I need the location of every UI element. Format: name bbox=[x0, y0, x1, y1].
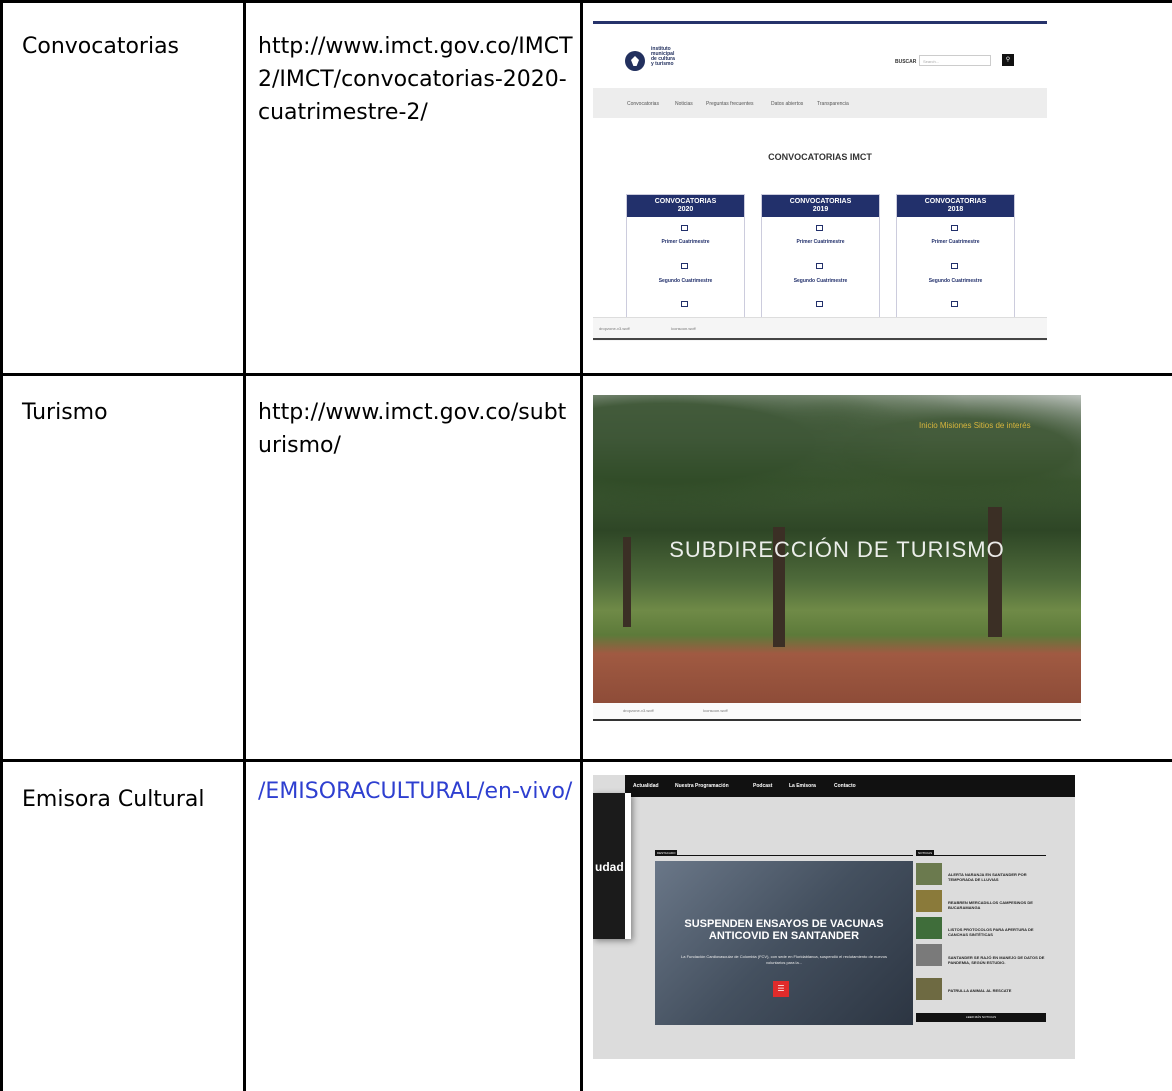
card-header: CONVOCATORIAS 2019 bbox=[762, 195, 879, 217]
search-input: Search... bbox=[919, 55, 991, 66]
nav-item-convocatorias: Convocatorias bbox=[627, 101, 659, 107]
logo-line: y turismo bbox=[651, 61, 674, 67]
nav-item-actualidad: Actualidad bbox=[633, 783, 659, 789]
card-item: Segundo Cuatrimestre bbox=[658, 278, 713, 284]
featured-summary: La Fundación Cardiovascular de Colombia … bbox=[681, 954, 887, 965]
calendar-icon bbox=[951, 301, 958, 307]
search-label: BUSCAR bbox=[895, 59, 917, 65]
table-border-top bbox=[0, 0, 1172, 3]
imct-logo-text: instituto municipal de cultura y turismo bbox=[651, 47, 681, 67]
nav-item-datos: Datos abiertos bbox=[771, 101, 804, 107]
calendar-icon bbox=[951, 225, 958, 231]
card-year: 2019 bbox=[812, 206, 829, 213]
card-title: CONVOCATORIAS bbox=[654, 198, 717, 205]
news-headline: ALERTA NARANJA EN SANTANDER POR TEMPORAD… bbox=[948, 872, 1027, 882]
card-header: CONVOCATORIAS 2018 bbox=[897, 195, 1014, 217]
player-panel-text: udad bbox=[595, 860, 624, 874]
hero-title: SUBDIRECCIÓN DE TURISMO bbox=[669, 537, 1005, 562]
bottom-rule bbox=[593, 338, 1047, 340]
card-item: Segundo Cuatrimestre bbox=[793, 278, 848, 284]
news-headline: PATRULLA ANIMAL AL RESCATE bbox=[948, 988, 1012, 993]
calendar-icon bbox=[816, 301, 823, 307]
news-headline: SANTANDER SE RAJÓ EN MANEJO DE DATOS DE … bbox=[948, 955, 1045, 965]
nav-item-podcast: Podcast bbox=[753, 783, 773, 789]
site-nav: Inicio Misiones Sitios de interés bbox=[919, 421, 1031, 430]
card-title: CONVOCATORIAS bbox=[924, 198, 987, 205]
nav-item-emisora: La Emisora bbox=[789, 783, 816, 789]
row-name-turismo: Turismo bbox=[22, 400, 108, 425]
calendar-icon bbox=[681, 263, 688, 269]
nav-item-transparencia: Transparencia bbox=[817, 101, 849, 107]
nav-item-contacto: Contacto bbox=[834, 783, 856, 789]
top-accent-bar bbox=[593, 21, 1047, 24]
nav-item-noticias: Noticias bbox=[675, 101, 693, 107]
column-divider-1 bbox=[243, 0, 246, 1091]
row-name-convocatorias: Convocatorias bbox=[22, 34, 180, 59]
news-thumbnail bbox=[916, 863, 942, 885]
card-item: Segundo Cuatrimestre bbox=[928, 278, 983, 284]
news-headline: REABREN MERCADILLOS CAMPESINOS DE BUCARA… bbox=[948, 900, 1033, 910]
row-name-emisora: Emisora Cultural bbox=[22, 787, 205, 812]
page-heading: CONVOCATORIAS IMCT bbox=[768, 152, 872, 162]
featured-title: SUSPENDEN ENSAYOS DE VACUNAS ANTICOVID E… bbox=[684, 918, 884, 942]
row-divider-2 bbox=[0, 759, 1172, 762]
nav-item-preguntas: Preguntas frecuentes bbox=[706, 101, 754, 107]
calendar-icon bbox=[681, 301, 688, 307]
noticias-rule bbox=[916, 855, 1046, 856]
more-news-button: LEER MÁS NOTICIAS bbox=[916, 1013, 1046, 1022]
download-bar bbox=[593, 703, 1081, 721]
row-url-turismo: http://www.imct.gov.co/subturismo/ bbox=[258, 400, 567, 458]
tree-canopy bbox=[593, 395, 1081, 555]
card-item: Primer Cuatrimestre bbox=[661, 239, 710, 245]
column-divider-2 bbox=[580, 0, 583, 1091]
download-item: Iconsoon.woff bbox=[671, 326, 696, 331]
news-thumbnail bbox=[916, 944, 942, 966]
menu-icon: ☰ bbox=[773, 981, 789, 997]
card-year: 2020 bbox=[677, 206, 694, 213]
card-year: 2018 bbox=[947, 206, 964, 213]
featured-story bbox=[655, 861, 913, 1025]
screenshot-turismo: Inicio Misiones Sitios de interés SUBDIR… bbox=[593, 387, 1081, 721]
search-icon: ⚲ bbox=[1002, 54, 1014, 66]
row-divider-1 bbox=[0, 373, 1172, 376]
card-item: Primer Cuatrimestre bbox=[796, 239, 845, 245]
calendar-icon bbox=[681, 225, 688, 231]
screenshot-convocatorias: instituto municipal de cultura y turismo… bbox=[593, 21, 1047, 341]
emisora-link[interactable]: /EMISORACULTURAL/en-vivo/ bbox=[258, 779, 572, 804]
download-item: dropzone-v3.woff bbox=[623, 708, 654, 713]
imct-logo-icon bbox=[625, 51, 645, 71]
calendar-icon bbox=[816, 225, 823, 231]
screenshot-emisora: Actualidad Nuestra Programación Podcast … bbox=[593, 775, 1075, 1059]
news-thumbnail bbox=[916, 917, 942, 939]
row-url-convocatorias: http://www.imct.gov.co/IMCT2/IMCT/convoc… bbox=[258, 34, 573, 125]
card-header: CONVOCATORIAS 2020 bbox=[627, 195, 744, 217]
news-thumbnail bbox=[916, 890, 942, 912]
table-border-left bbox=[0, 0, 3, 1091]
news-thumbnail bbox=[916, 978, 942, 1000]
download-item: dropzone-v3.woff bbox=[599, 326, 630, 331]
destacado-rule bbox=[655, 855, 913, 856]
news-headline: LISTOS PROTOCOLOS PARA APERTURA DE CANCH… bbox=[948, 927, 1034, 937]
nav-item-programacion: Nuestra Programación bbox=[675, 783, 729, 789]
tree-trunk bbox=[988, 507, 1002, 637]
row-url-emisora[interactable]: /EMISORACULTURAL/en-vivo/ bbox=[258, 775, 576, 808]
card-item: Primer Cuatrimestre bbox=[931, 239, 980, 245]
card-title: CONVOCATORIAS bbox=[789, 198, 852, 205]
calendar-icon bbox=[951, 263, 958, 269]
calendar-icon bbox=[816, 263, 823, 269]
download-item: Iconsoon.woff bbox=[703, 708, 728, 713]
